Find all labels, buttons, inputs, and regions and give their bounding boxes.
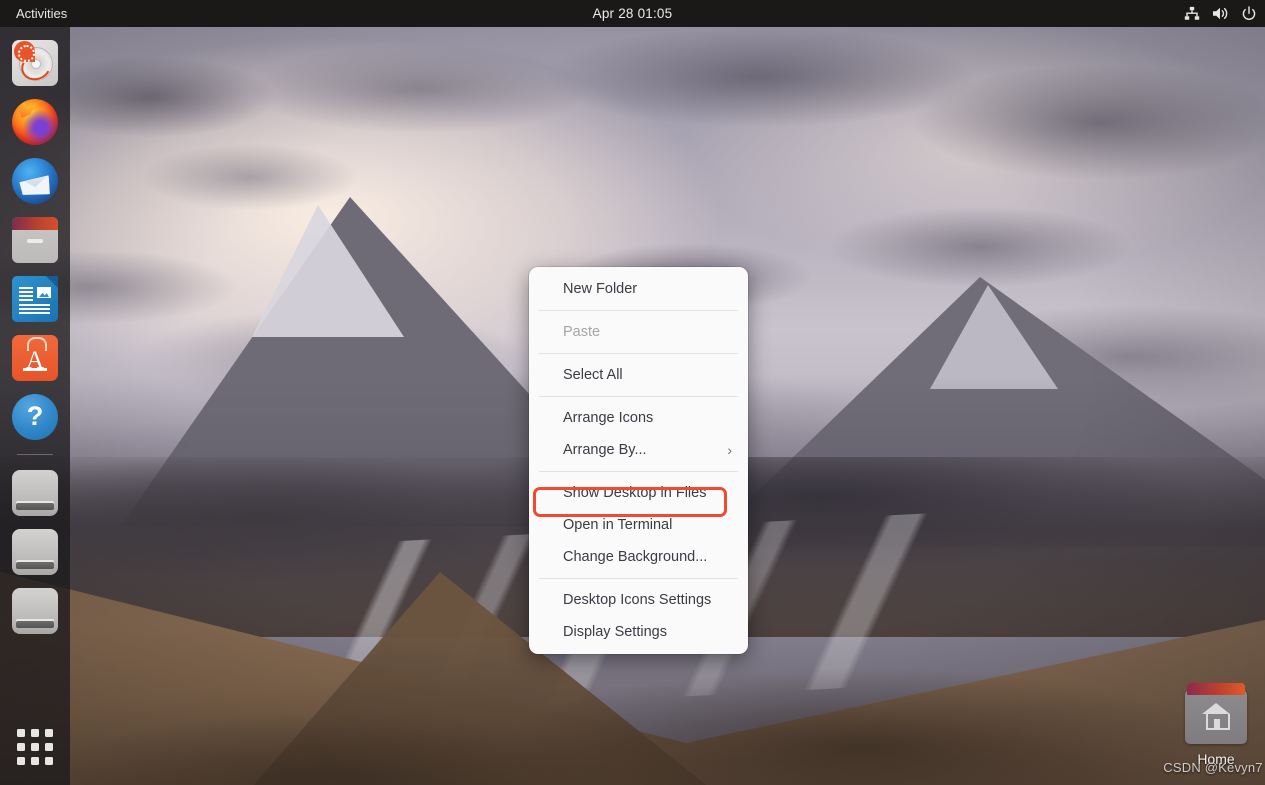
menu-item-arrange-by[interactable]: Arrange By... › xyxy=(529,434,748,466)
house-roof-shape xyxy=(1202,703,1230,714)
files-icon[interactable] xyxy=(12,217,58,263)
menu-item-select-all[interactable]: Select All xyxy=(529,359,748,391)
menu-separator xyxy=(539,471,738,472)
menu-separator xyxy=(539,353,738,354)
grid-dot xyxy=(17,743,25,751)
menu-item-paste: Paste xyxy=(563,324,601,340)
desktop-screen: Activities Apr 28 01:05 A ? Home CSDN @K… xyxy=(0,0,1265,785)
thunderbird-envelope-shape xyxy=(19,175,51,198)
document-text-lines-lower xyxy=(19,304,50,314)
menu-item-open-in-terminal[interactable]: Open in Terminal xyxy=(529,509,748,541)
top-bar: Activities Apr 28 01:05 xyxy=(0,0,1265,27)
grid-dot xyxy=(31,743,39,751)
volume-icon[interactable] xyxy=(1212,6,1229,21)
software-bag-bar xyxy=(23,368,47,371)
grid-dot xyxy=(45,743,53,751)
activities-button[interactable]: Activities xyxy=(0,0,77,27)
home-folder-icon xyxy=(1185,683,1247,744)
thunderbird-icon[interactable] xyxy=(12,158,58,204)
dock: A ? xyxy=(0,27,70,785)
grid-dot xyxy=(45,729,53,737)
drive-icon-1[interactable] xyxy=(12,470,58,516)
grid-dot xyxy=(31,729,39,737)
desktop-icon-home[interactable]: Home xyxy=(1168,683,1264,767)
menu-item-display-settings[interactable]: Display Settings xyxy=(529,616,748,648)
menu-separator xyxy=(539,396,738,397)
drive-icon-2[interactable] xyxy=(12,529,58,575)
power-icon[interactable] xyxy=(1241,5,1257,22)
ubuntu-software-icon[interactable]: A xyxy=(12,335,58,381)
desktop-icon-home-label: Home xyxy=(1197,751,1235,767)
menu-item-change-background[interactable]: Change Background... xyxy=(529,541,748,573)
menu-separator xyxy=(539,310,738,311)
grid-dot xyxy=(31,757,39,765)
menu-item-arrange-by-label: Arrange By... xyxy=(563,442,647,458)
network-icon[interactable] xyxy=(1184,6,1200,21)
help-icon[interactable]: ? xyxy=(12,394,58,440)
libreoffice-writer-icon[interactable] xyxy=(12,276,58,322)
menu-separator xyxy=(539,578,738,579)
clock: Apr 28 01:05 xyxy=(0,6,1265,21)
document-text-lines xyxy=(19,287,33,301)
chevron-right-icon: › xyxy=(727,442,732,458)
drive-icon-3[interactable] xyxy=(12,588,58,634)
system-status-area xyxy=(1184,0,1257,27)
grid-dot xyxy=(45,757,53,765)
desktop-context-menu: New Folder Paste Select All Arrange Icon… xyxy=(529,267,748,654)
grid-dot xyxy=(17,757,25,765)
document-image-thumb xyxy=(37,287,51,298)
ubuntu-installer-icon[interactable] xyxy=(12,40,58,86)
ubuntu-logo-badge xyxy=(14,41,35,62)
show-applications-button[interactable] xyxy=(17,729,53,765)
dock-separator xyxy=(17,454,53,455)
help-question-glyph: ? xyxy=(26,401,44,431)
menu-item-desktop-icons-settings[interactable]: Desktop Icons Settings xyxy=(529,584,748,616)
menu-item-show-desktop-in-files[interactable]: Show Desktop in Files xyxy=(529,477,748,509)
menu-item-new-folder[interactable]: New Folder xyxy=(529,273,748,305)
firefox-icon[interactable] xyxy=(12,99,58,145)
clock-label[interactable]: Apr 28 01:05 xyxy=(593,6,673,21)
grid-dot xyxy=(17,729,25,737)
house-door-shape xyxy=(1214,719,1220,728)
house-icon xyxy=(1202,703,1230,730)
menu-item-arrange-icons[interactable]: Arrange Icons xyxy=(529,402,748,434)
